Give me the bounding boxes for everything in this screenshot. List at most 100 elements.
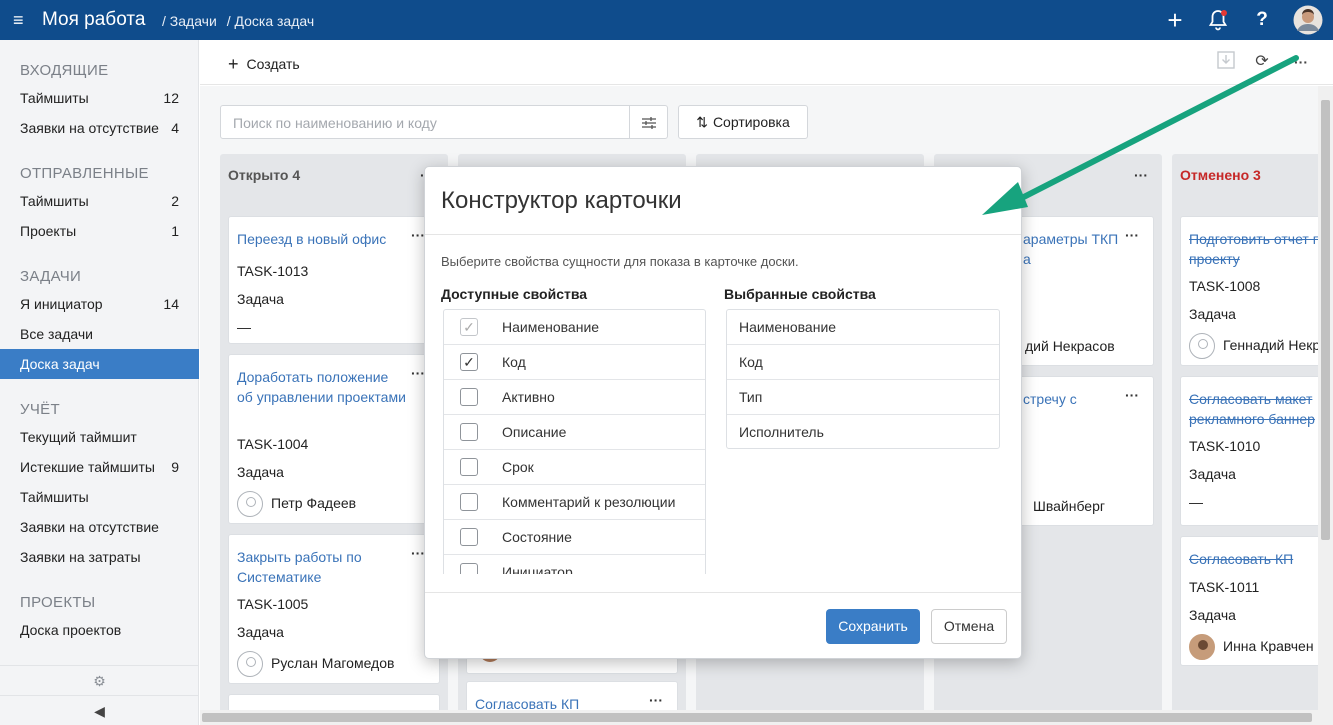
task-card[interactable]: Согласовать КП ··· bbox=[466, 681, 678, 710]
scrollbar-thumb[interactable] bbox=[1321, 100, 1330, 540]
sort-icon: ⇅ bbox=[696, 114, 708, 130]
property-item[interactable]: Срок bbox=[444, 450, 705, 485]
checkbox[interactable] bbox=[460, 563, 478, 574]
selected-property-item[interactable]: Исполнитель bbox=[727, 415, 999, 448]
cancel-button[interactable]: Отмена bbox=[931, 609, 1007, 644]
sort-button[interactable]: ⇅ Сортировка bbox=[678, 105, 808, 139]
sidebar-item-current-timesheet[interactable]: Текущий таймшит bbox=[0, 422, 199, 452]
checkbox[interactable] bbox=[460, 458, 478, 476]
property-item[interactable]: Активно bbox=[444, 380, 705, 415]
card-title[interactable]: Переезд в новый офис bbox=[237, 229, 407, 249]
checkbox[interactable] bbox=[460, 493, 478, 511]
task-card[interactable]: Закрыть работы по Систематике ··· TASK-1… bbox=[228, 534, 440, 684]
settings-icon[interactable]: ⚙ bbox=[0, 665, 199, 695]
property-label: Срок bbox=[502, 459, 534, 475]
refresh-icon[interactable]: ⟳ bbox=[1251, 51, 1273, 73]
filter-icon[interactable] bbox=[629, 106, 667, 138]
sidebar-item-expired-timesheets[interactable]: Истекшие таймшиты 9 bbox=[0, 452, 199, 482]
available-properties-list[interactable]: ✓ Наименование ✓ Код Активно Описание Срок… bbox=[443, 309, 706, 574]
sidebar-item-project-board[interactable]: Доска проектов bbox=[0, 615, 199, 645]
top-bar: ≡ Моя работа / Задачи / Доска задач + ? bbox=[0, 0, 1333, 40]
create-button[interactable]: + Создать bbox=[228, 53, 300, 74]
more-icon[interactable]: ··· bbox=[411, 545, 425, 561]
task-card[interactable]: Переезд в новый офис ··· TASK-1013 Задач… bbox=[228, 216, 440, 344]
card-title[interactable]: Согласовать макет рекламного баннер bbox=[1189, 389, 1333, 429]
avatar bbox=[1189, 634, 1215, 661]
more-icon[interactable]: ··· bbox=[1125, 227, 1139, 243]
download-icon[interactable] bbox=[1215, 51, 1237, 73]
task-card[interactable]: Согласовать макет рекламного баннер TASK… bbox=[1180, 376, 1333, 526]
sidebar-item-my-initiated[interactable]: Я инициатор 14 bbox=[0, 289, 199, 319]
sidebar-item-sent-timesheets[interactable]: Таймшиты 2 bbox=[0, 186, 199, 216]
card-title[interactable]: стречу с bbox=[1023, 389, 1123, 409]
more-icon[interactable]: ··· bbox=[1125, 387, 1139, 403]
property-item[interactable]: Состояние bbox=[444, 520, 705, 555]
card-title[interactable]: Подготовить отчет п проекту bbox=[1189, 229, 1333, 269]
more-icon[interactable]: ··· bbox=[649, 692, 663, 708]
card-code: TASK-1005 bbox=[237, 596, 309, 612]
sidebar-item-sent-projects[interactable]: Проекты 1 bbox=[0, 216, 199, 246]
selected-property-item[interactable]: Тип bbox=[727, 380, 999, 415]
card-title[interactable]: Доработать положение об управлении проек… bbox=[237, 367, 407, 407]
more-icon[interactable]: ··· bbox=[1134, 154, 1148, 196]
property-label: Наименование bbox=[502, 319, 600, 335]
task-card[interactable] bbox=[228, 694, 440, 710]
sidebar-item-expense-requests[interactable]: Заявки на затраты bbox=[0, 542, 199, 572]
sidebar-item-task-board[interactable]: Доска задач bbox=[0, 349, 199, 379]
card-assignee: Инна Кравчен bbox=[1189, 633, 1314, 661]
collapse-sidebar-icon[interactable]: ◀ bbox=[0, 695, 199, 725]
selected-property-item[interactable]: Код bbox=[727, 345, 999, 380]
section-tasks-title: ЗАДАЧИ bbox=[20, 268, 82, 285]
add-icon[interactable]: + bbox=[1163, 7, 1187, 33]
vertical-scrollbar[interactable] bbox=[1318, 86, 1333, 710]
help-icon[interactable]: ? bbox=[1251, 7, 1273, 33]
avatar[interactable] bbox=[1293, 5, 1323, 35]
card-assignee: Геннадий Некр bbox=[1189, 332, 1320, 360]
property-item[interactable]: ✓ Наименование bbox=[444, 310, 705, 345]
sidebar-item-all-tasks[interactable]: Все задачи bbox=[0, 319, 199, 349]
sidebar-item-absence-requests[interactable]: Заявки на отсутствие bbox=[0, 512, 199, 542]
checkbox[interactable] bbox=[460, 423, 478, 441]
search-input[interactable]: Поиск по наименованию и коду bbox=[220, 105, 668, 139]
app-title[interactable]: Моя работа bbox=[42, 8, 145, 32]
breadcrumb-board[interactable]: / Доска задач bbox=[227, 13, 314, 29]
property-label: Описание bbox=[502, 424, 567, 440]
task-card[interactable]: Подготовить отчет п проекту TASK-1008 За… bbox=[1180, 216, 1333, 366]
sidebar-item-label: Заявки на отсутствие bbox=[20, 519, 159, 535]
scrollbar-thumb[interactable] bbox=[202, 713, 1312, 722]
property-item[interactable]: ✓ Код bbox=[444, 345, 705, 380]
save-button[interactable]: Сохранить bbox=[826, 609, 920, 644]
count-badge: 1 bbox=[171, 223, 179, 239]
sidebar-item-timesheets[interactable]: Таймшиты bbox=[0, 482, 199, 512]
sidebar-item-label: Заявки на затраты bbox=[20, 549, 141, 565]
breadcrumb-tasks[interactable]: / Задачи bbox=[162, 13, 217, 29]
menu-icon[interactable]: ≡ bbox=[13, 9, 24, 31]
property-item[interactable]: Инициатор bbox=[444, 555, 705, 574]
more-icon[interactable]: ··· bbox=[411, 365, 425, 381]
notifications-icon[interactable] bbox=[1206, 7, 1230, 33]
card-title[interactable]: Закрыть работы по Систематике bbox=[237, 547, 407, 587]
property-item[interactable]: Описание bbox=[444, 415, 705, 450]
selected-property-item[interactable]: Наименование bbox=[727, 310, 999, 345]
checkbox-checked[interactable]: ✓ bbox=[460, 353, 478, 371]
horizontal-scrollbar[interactable] bbox=[200, 710, 1333, 725]
section-projects-title: ПРОЕКТЫ bbox=[20, 594, 96, 611]
card-title[interactable]: Согласовать КП bbox=[475, 694, 645, 710]
checkbox[interactable] bbox=[460, 388, 478, 406]
card-assignee: Швайнберг bbox=[1033, 493, 1105, 519]
more-icon[interactable]: ··· bbox=[1290, 51, 1312, 73]
sidebar-item-label: Таймшиты bbox=[20, 489, 89, 505]
more-icon[interactable]: ··· bbox=[411, 227, 425, 243]
section-inbox-title: ВХОДЯЩИЕ bbox=[20, 62, 109, 79]
card-title[interactable]: Согласовать КП bbox=[1189, 549, 1333, 569]
sidebar-item-inbox-timesheets[interactable]: Таймшиты 12 bbox=[0, 83, 199, 113]
selected-properties-title: Выбранные свойства bbox=[724, 286, 876, 302]
selected-properties-list[interactable]: Наименование Код Тип Исполнитель bbox=[726, 309, 1000, 449]
task-card[interactable]: Доработать положение об управлении проек… bbox=[228, 354, 440, 524]
checkbox[interactable] bbox=[460, 528, 478, 546]
property-item[interactable]: Комментарий к резолюции bbox=[444, 485, 705, 520]
card-type: Задача bbox=[1189, 306, 1236, 322]
card-title[interactable]: араметры ТКП а bbox=[1023, 229, 1123, 269]
task-card[interactable]: Согласовать КП TASK-1011 Задача Инна Кра… bbox=[1180, 536, 1333, 666]
sidebar-item-inbox-absence[interactable]: Заявки на отсутствие 4 bbox=[0, 113, 199, 143]
